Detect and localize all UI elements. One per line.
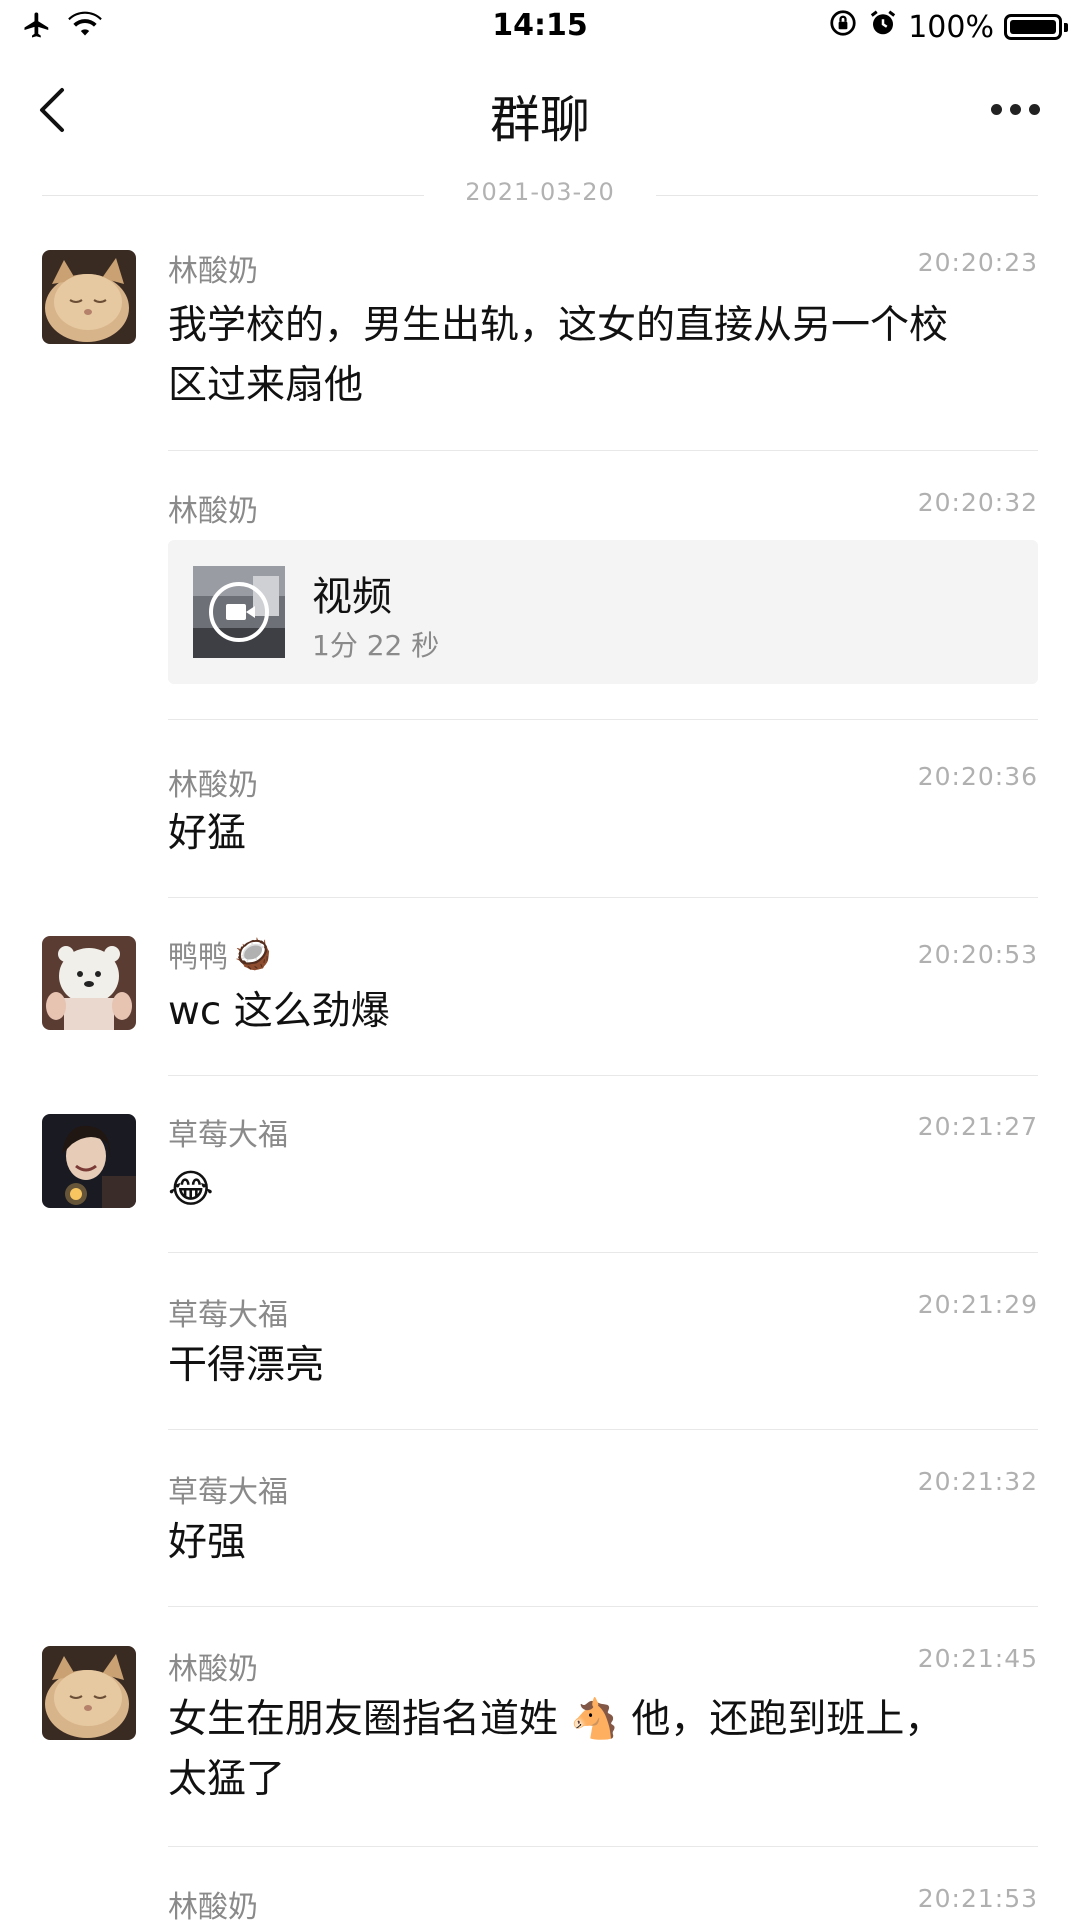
message-text-line: 太猛了 [168, 1757, 286, 1802]
message-text: 我学校的，男生出轨，这女的直接从另一个校 区过来扇他 [168, 296, 1038, 416]
date-separator: 2021-03-20 [42, 178, 1038, 214]
battery-icon [1004, 14, 1068, 40]
avatar[interactable] [42, 1646, 136, 1740]
avatar[interactable] [42, 250, 136, 344]
more-icon[interactable] [991, 104, 1040, 115]
battery-percent: 100% [908, 9, 994, 45]
message-text: 女生在朋友圈指名道姓 🐴 他，还跑到班上， 太猛了 [168, 1690, 1038, 1810]
divider [168, 1429, 1038, 1430]
message-time: 20:20:53 [917, 940, 1038, 969]
nav-bar: 群聊 [0, 54, 1080, 164]
page-title: 群聊 [490, 91, 590, 149]
message-time: 20:20:36 [917, 762, 1038, 791]
sender-name: 草莓大福 [168, 1298, 288, 1333]
message-text: 干得漂亮 [168, 1343, 325, 1388]
divider [168, 1606, 1038, 1607]
avatar[interactable] [42, 936, 136, 1030]
sender-name-text: 鸭鸭 [168, 940, 228, 975]
message-text: wc 这么劲爆 [168, 989, 390, 1034]
message-text-line: 区过来扇他 [168, 363, 364, 408]
message-time: 20:21:53 [917, 1884, 1038, 1913]
message-time: 20:21:32 [917, 1467, 1038, 1496]
message-time: 20:21:29 [917, 1290, 1038, 1319]
sender-name: 林酸奶 [168, 768, 258, 803]
date-label: 2021-03-20 [465, 178, 615, 206]
message-text: 好猛 [168, 811, 247, 856]
divider [168, 1075, 1038, 1076]
message-text-line: 我学校的，男生出轨，这女的直接从另一个校 [168, 303, 949, 348]
video-title: 视频 [312, 574, 392, 620]
message-time: 20:20:32 [917, 488, 1038, 517]
video-card[interactable]: 视频 1分 22 秒 [168, 540, 1038, 684]
message-text-line: 女生在朋友圈指名道姓 🐴 他，还跑到班上， [168, 1697, 944, 1742]
sender-name: 林酸奶 [168, 494, 258, 529]
sender-name: 林酸奶 [168, 1652, 258, 1687]
divider [168, 1846, 1038, 1847]
message-time: 20:21:45 [917, 1644, 1038, 1673]
avatar[interactable] [42, 1114, 136, 1208]
sender-name: 鸭鸭 🥥 [168, 932, 271, 976]
alarm-icon [868, 8, 898, 46]
sender-name: 林酸奶 [168, 254, 258, 289]
video-thumbnail [193, 566, 285, 658]
divider [168, 897, 1038, 898]
message-text: 好强 [168, 1520, 247, 1565]
orientation-lock-icon [828, 8, 858, 46]
divider [168, 450, 1038, 451]
status-bar: 14:15 100% [0, 0, 1080, 54]
message-time: 20:20:23 [917, 248, 1038, 277]
sender-name: 林酸奶 [168, 1890, 258, 1925]
sender-name: 草莓大福 [168, 1118, 288, 1153]
coconut-icon: 🥥 [234, 936, 272, 972]
divider [168, 719, 1038, 720]
divider [168, 1252, 1038, 1253]
message-emoji: 😂 [168, 1167, 214, 1212]
video-duration: 1分 22 秒 [312, 629, 440, 662]
sender-name: 草莓大福 [168, 1475, 288, 1510]
video-camera-icon [226, 604, 246, 620]
message-time: 20:21:27 [917, 1112, 1038, 1141]
